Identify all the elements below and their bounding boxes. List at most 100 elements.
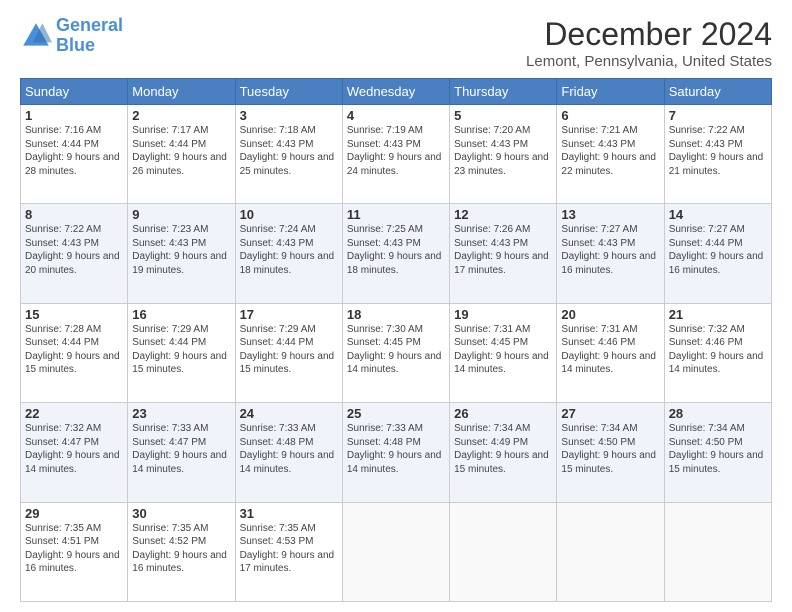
logo-line1: General bbox=[56, 15, 123, 35]
calendar-subtitle: Lemont, Pennsylvania, United States bbox=[526, 53, 772, 70]
day-number: 18 bbox=[347, 307, 445, 322]
day-number: 21 bbox=[669, 307, 767, 322]
day-detail: Sunrise: 7:19 AMSunset: 4:43 PMDaylight:… bbox=[347, 124, 445, 178]
calendar-cell: 13Sunrise: 7:27 AMSunset: 4:43 PMDayligh… bbox=[557, 204, 664, 303]
calendar-cell: 12Sunrise: 7:26 AMSunset: 4:43 PMDayligh… bbox=[450, 204, 557, 303]
calendar-title: December 2024 bbox=[526, 16, 772, 53]
calendar-cell: 7Sunrise: 7:22 AMSunset: 4:43 PMDaylight… bbox=[664, 105, 771, 204]
col-header-monday: Monday bbox=[128, 79, 235, 105]
col-header-saturday: Saturday bbox=[664, 79, 771, 105]
day-detail: Sunrise: 7:20 AMSunset: 4:43 PMDaylight:… bbox=[454, 124, 552, 178]
day-detail: Sunrise: 7:34 AMSunset: 4:50 PMDaylight:… bbox=[669, 422, 767, 476]
calendar-cell: 30Sunrise: 7:35 AMSunset: 4:52 PMDayligh… bbox=[128, 502, 235, 601]
calendar-cell: 10Sunrise: 7:24 AMSunset: 4:43 PMDayligh… bbox=[235, 204, 342, 303]
day-detail: Sunrise: 7:22 AMSunset: 4:43 PMDaylight:… bbox=[669, 124, 767, 178]
col-header-wednesday: Wednesday bbox=[342, 79, 449, 105]
day-detail: Sunrise: 7:17 AMSunset: 4:44 PMDaylight:… bbox=[132, 124, 230, 178]
day-number: 3 bbox=[240, 108, 338, 123]
day-number: 29 bbox=[25, 506, 123, 521]
calendar-cell: 23Sunrise: 7:33 AMSunset: 4:47 PMDayligh… bbox=[128, 403, 235, 502]
header: General Blue December 2024 Lemont, Penns… bbox=[20, 16, 772, 70]
col-header-thursday: Thursday bbox=[450, 79, 557, 105]
calendar-cell: 22Sunrise: 7:32 AMSunset: 4:47 PMDayligh… bbox=[21, 403, 128, 502]
day-detail: Sunrise: 7:32 AMSunset: 4:47 PMDaylight:… bbox=[25, 422, 123, 476]
day-number: 31 bbox=[240, 506, 338, 521]
calendar-table: SundayMondayTuesdayWednesdayThursdayFrid… bbox=[20, 78, 772, 602]
day-number: 17 bbox=[240, 307, 338, 322]
day-number: 28 bbox=[669, 406, 767, 421]
day-number: 11 bbox=[347, 207, 445, 222]
calendar-cell: 9Sunrise: 7:23 AMSunset: 4:43 PMDaylight… bbox=[128, 204, 235, 303]
day-detail: Sunrise: 7:21 AMSunset: 4:43 PMDaylight:… bbox=[561, 124, 659, 178]
calendar-cell: 11Sunrise: 7:25 AMSunset: 4:43 PMDayligh… bbox=[342, 204, 449, 303]
calendar-cell: 16Sunrise: 7:29 AMSunset: 4:44 PMDayligh… bbox=[128, 303, 235, 402]
day-detail: Sunrise: 7:26 AMSunset: 4:43 PMDaylight:… bbox=[454, 223, 552, 277]
calendar-cell bbox=[342, 502, 449, 601]
col-header-tuesday: Tuesday bbox=[235, 79, 342, 105]
calendar-week-3: 15Sunrise: 7:28 AMSunset: 4:44 PMDayligh… bbox=[21, 303, 772, 402]
calendar-cell: 3Sunrise: 7:18 AMSunset: 4:43 PMDaylight… bbox=[235, 105, 342, 204]
calendar-cell bbox=[450, 502, 557, 601]
calendar-cell: 5Sunrise: 7:20 AMSunset: 4:43 PMDaylight… bbox=[450, 105, 557, 204]
day-detail: Sunrise: 7:30 AMSunset: 4:45 PMDaylight:… bbox=[347, 323, 445, 377]
day-number: 8 bbox=[25, 207, 123, 222]
day-number: 20 bbox=[561, 307, 659, 322]
day-number: 1 bbox=[25, 108, 123, 123]
calendar-week-2: 8Sunrise: 7:22 AMSunset: 4:43 PMDaylight… bbox=[21, 204, 772, 303]
day-detail: Sunrise: 7:33 AMSunset: 4:47 PMDaylight:… bbox=[132, 422, 230, 476]
day-number: 4 bbox=[347, 108, 445, 123]
day-detail: Sunrise: 7:29 AMSunset: 4:44 PMDaylight:… bbox=[240, 323, 338, 377]
day-number: 15 bbox=[25, 307, 123, 322]
calendar-cell: 2Sunrise: 7:17 AMSunset: 4:44 PMDaylight… bbox=[128, 105, 235, 204]
logo-icon bbox=[20, 20, 52, 52]
day-number: 16 bbox=[132, 307, 230, 322]
day-detail: Sunrise: 7:29 AMSunset: 4:44 PMDaylight:… bbox=[132, 323, 230, 377]
calendar-cell: 14Sunrise: 7:27 AMSunset: 4:44 PMDayligh… bbox=[664, 204, 771, 303]
calendar-cell bbox=[664, 502, 771, 601]
calendar-cell: 24Sunrise: 7:33 AMSunset: 4:48 PMDayligh… bbox=[235, 403, 342, 502]
day-number: 27 bbox=[561, 406, 659, 421]
day-number: 30 bbox=[132, 506, 230, 521]
day-number: 12 bbox=[454, 207, 552, 222]
day-number: 9 bbox=[132, 207, 230, 222]
calendar-cell: 6Sunrise: 7:21 AMSunset: 4:43 PMDaylight… bbox=[557, 105, 664, 204]
day-number: 14 bbox=[669, 207, 767, 222]
calendar-cell: 20Sunrise: 7:31 AMSunset: 4:46 PMDayligh… bbox=[557, 303, 664, 402]
title-block: December 2024 Lemont, Pennsylvania, Unit… bbox=[526, 16, 772, 70]
day-detail: Sunrise: 7:28 AMSunset: 4:44 PMDaylight:… bbox=[25, 323, 123, 377]
calendar-week-1: 1Sunrise: 7:16 AMSunset: 4:44 PMDaylight… bbox=[21, 105, 772, 204]
calendar-cell: 25Sunrise: 7:33 AMSunset: 4:48 PMDayligh… bbox=[342, 403, 449, 502]
day-detail: Sunrise: 7:33 AMSunset: 4:48 PMDaylight:… bbox=[347, 422, 445, 476]
calendar-cell: 21Sunrise: 7:32 AMSunset: 4:46 PMDayligh… bbox=[664, 303, 771, 402]
logo-text: General Blue bbox=[56, 16, 123, 56]
day-detail: Sunrise: 7:34 AMSunset: 4:50 PMDaylight:… bbox=[561, 422, 659, 476]
calendar-cell: 4Sunrise: 7:19 AMSunset: 4:43 PMDaylight… bbox=[342, 105, 449, 204]
calendar-header-row: SundayMondayTuesdayWednesdayThursdayFrid… bbox=[21, 79, 772, 105]
calendar-cell: 18Sunrise: 7:30 AMSunset: 4:45 PMDayligh… bbox=[342, 303, 449, 402]
day-number: 10 bbox=[240, 207, 338, 222]
day-detail: Sunrise: 7:16 AMSunset: 4:44 PMDaylight:… bbox=[25, 124, 123, 178]
day-number: 26 bbox=[454, 406, 552, 421]
day-detail: Sunrise: 7:32 AMSunset: 4:46 PMDaylight:… bbox=[669, 323, 767, 377]
calendar-cell: 28Sunrise: 7:34 AMSunset: 4:50 PMDayligh… bbox=[664, 403, 771, 502]
calendar-cell: 31Sunrise: 7:35 AMSunset: 4:53 PMDayligh… bbox=[235, 502, 342, 601]
day-number: 22 bbox=[25, 406, 123, 421]
calendar-cell: 8Sunrise: 7:22 AMSunset: 4:43 PMDaylight… bbox=[21, 204, 128, 303]
day-detail: Sunrise: 7:23 AMSunset: 4:43 PMDaylight:… bbox=[132, 223, 230, 277]
day-number: 25 bbox=[347, 406, 445, 421]
day-number: 2 bbox=[132, 108, 230, 123]
col-header-sunday: Sunday bbox=[21, 79, 128, 105]
day-number: 7 bbox=[669, 108, 767, 123]
day-detail: Sunrise: 7:25 AMSunset: 4:43 PMDaylight:… bbox=[347, 223, 445, 277]
calendar-cell bbox=[557, 502, 664, 601]
day-detail: Sunrise: 7:22 AMSunset: 4:43 PMDaylight:… bbox=[25, 223, 123, 277]
logo-line2: Blue bbox=[56, 35, 95, 55]
day-number: 5 bbox=[454, 108, 552, 123]
calendar-week-4: 22Sunrise: 7:32 AMSunset: 4:47 PMDayligh… bbox=[21, 403, 772, 502]
day-detail: Sunrise: 7:35 AMSunset: 4:51 PMDaylight:… bbox=[25, 522, 123, 576]
col-header-friday: Friday bbox=[557, 79, 664, 105]
day-detail: Sunrise: 7:31 AMSunset: 4:45 PMDaylight:… bbox=[454, 323, 552, 377]
calendar-cell: 19Sunrise: 7:31 AMSunset: 4:45 PMDayligh… bbox=[450, 303, 557, 402]
day-detail: Sunrise: 7:24 AMSunset: 4:43 PMDaylight:… bbox=[240, 223, 338, 277]
calendar-cell: 15Sunrise: 7:28 AMSunset: 4:44 PMDayligh… bbox=[21, 303, 128, 402]
